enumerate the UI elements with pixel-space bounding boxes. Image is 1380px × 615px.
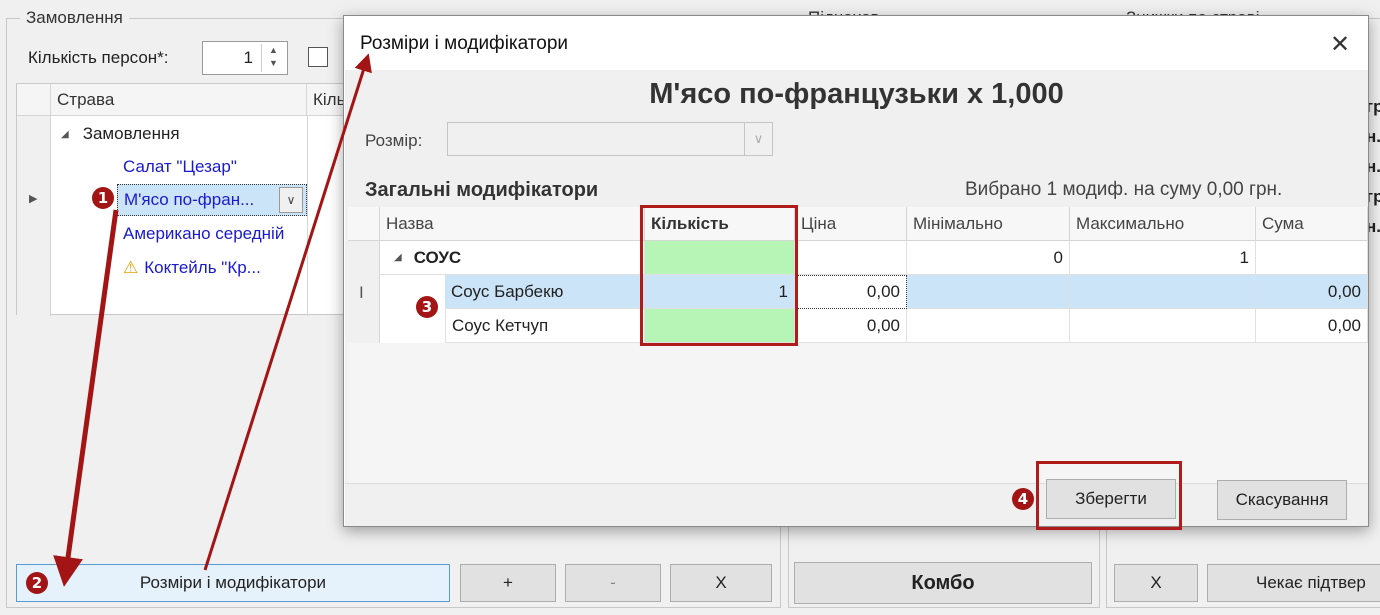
step-badge-4: 4: [1012, 488, 1034, 510]
step-badge-2: 2: [26, 572, 48, 594]
annotation-arrows: [53, 53, 372, 587]
step-badge-3: 3: [416, 296, 438, 318]
arrow-to-dialog-title: [203, 53, 372, 571]
step-badge-1: 1: [92, 187, 114, 209]
arrow-to-sizes-button: [53, 209, 119, 587]
